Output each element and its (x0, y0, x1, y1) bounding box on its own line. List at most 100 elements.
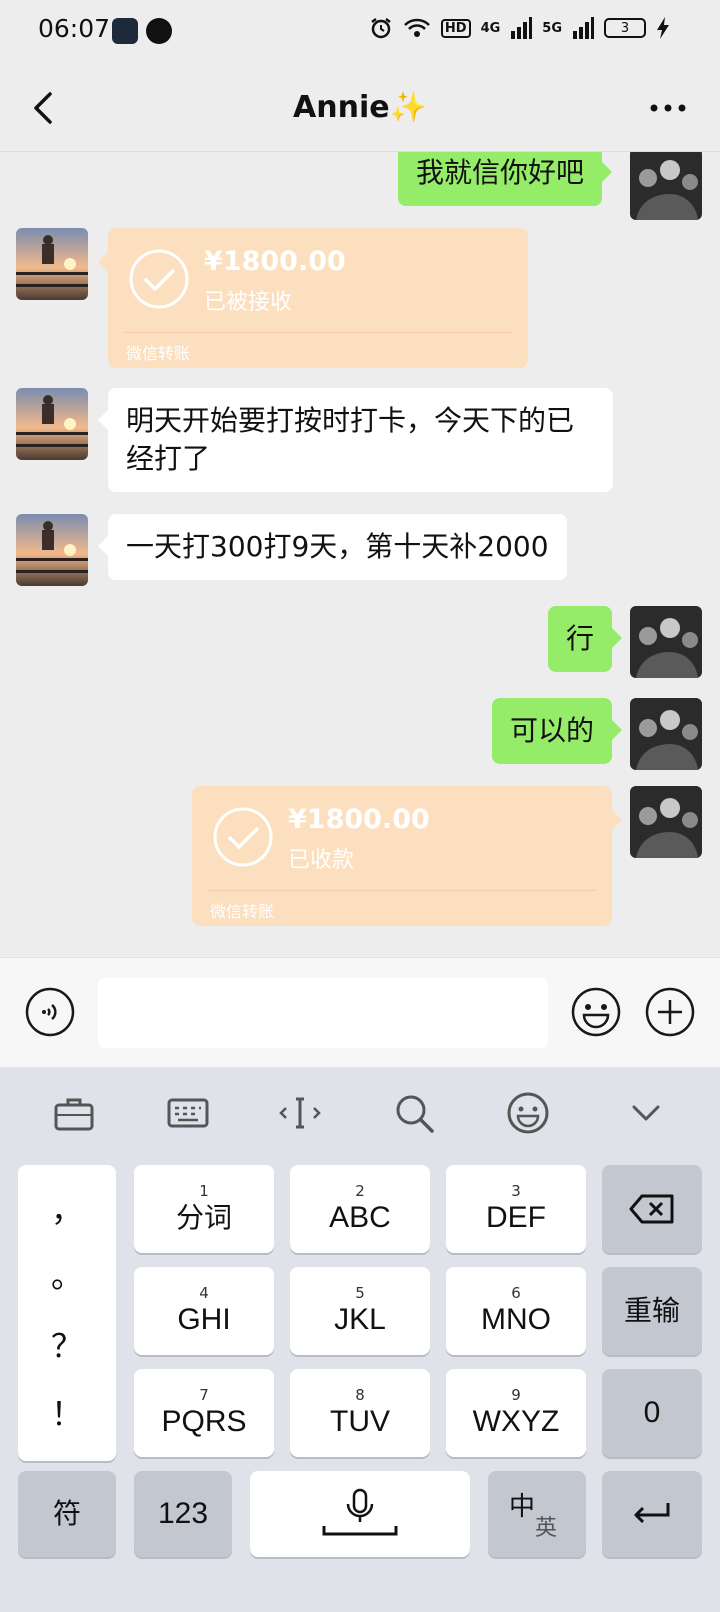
transfer-check-icon (129, 249, 189, 309)
message-list[interactable]: 我就信你好吧 ¥1800.00 已被接收 微信转账 明天开始要打按时打卡，今天下… (0, 152, 720, 957)
key-label: PQRS (161, 1405, 247, 1438)
transfer-amount: ¥1800.00 (288, 804, 430, 835)
microphone-icon (322, 1488, 398, 1536)
message-bubble[interactable]: 明天开始要打按时打卡，今天下的已经打了 (98, 388, 613, 492)
transfer-footer: 微信转账 (210, 902, 275, 921)
punctuation-key[interactable]: 。 (18, 1251, 116, 1297)
transfer-status: 已被接收 (204, 290, 293, 315)
emoji-keyboard-icon[interactable] (504, 1089, 552, 1137)
key-label: 重输 (623, 1294, 680, 1327)
status-bar: 06:07 HD 4G 5G 3 (0, 0, 720, 64)
key-2-abc[interactable]: 2 ABC (290, 1165, 430, 1253)
punctuation-key[interactable]: ！ (18, 1389, 116, 1435)
status-time: 06:07 (38, 14, 111, 43)
key-number: 1 (199, 1182, 209, 1200)
punctuation-key[interactable]: ？ (18, 1321, 116, 1367)
transfer-check-icon (213, 807, 273, 867)
keyboard-layout-icon[interactable] (164, 1089, 212, 1137)
key-label: 符 (52, 1497, 81, 1530)
transfer-card[interactable]: ¥1800.00 已被接收 微信转账 (98, 228, 528, 368)
contact-avatar[interactable] (16, 514, 88, 586)
reinput-key[interactable]: 重输 (602, 1267, 702, 1355)
key-9-wxyz[interactable]: 9 WXYZ (446, 1369, 586, 1457)
backspace-icon (629, 1194, 674, 1224)
language-switch-label: 中 英 (507, 1484, 567, 1544)
key-number: 9 (511, 1386, 521, 1404)
key-label: DEF (486, 1201, 546, 1234)
voice-input-icon[interactable] (24, 986, 76, 1038)
key-label: GHI (177, 1303, 231, 1336)
key-number: 4 (199, 1284, 209, 1302)
key-label: ABC (329, 1201, 391, 1234)
key-label: WXYZ (472, 1405, 560, 1438)
key-number: 5 (355, 1284, 365, 1302)
key-number: 6 (511, 1284, 521, 1302)
emoji-icon[interactable] (570, 986, 622, 1038)
collapse-keyboard-icon[interactable] (622, 1089, 670, 1137)
message-input[interactable] (98, 978, 548, 1048)
chat-app-icon (146, 18, 172, 44)
punctuation-key[interactable]: ， (18, 1185, 116, 1231)
4g-label: 4G (480, 20, 501, 36)
enter-key[interactable] (602, 1471, 702, 1557)
message-bubble[interactable]: 一天打300打9天，第十天补2000 (98, 514, 567, 580)
message-bubble[interactable]: 可以的 (491, 698, 623, 764)
battery-indicator: 3 (604, 18, 646, 38)
key-number: 2 (355, 1182, 365, 1200)
search-icon[interactable] (390, 1089, 438, 1137)
signal-icon (511, 17, 533, 39)
key-label: 123 (157, 1497, 209, 1530)
language-switch-key[interactable]: 中 英 (488, 1471, 586, 1557)
number-mode-key[interactable]: 123 (134, 1471, 232, 1557)
punctuation-column[interactable]: ， 。 ？ ！ (18, 1165, 116, 1461)
transfer-divider (208, 890, 596, 891)
toolbox-icon[interactable] (50, 1089, 98, 1137)
enter-icon (634, 1503, 670, 1524)
transfer-amount: ¥1800.00 (204, 246, 346, 277)
5g-label: 5G (542, 20, 562, 36)
my-avatar[interactable] (630, 606, 702, 678)
my-avatar[interactable] (630, 786, 702, 858)
wifi-icon (404, 18, 430, 37)
key-7-pqrs[interactable]: 7 PQRS (134, 1369, 274, 1457)
transfer-card[interactable]: ¥1800.00 已收款 微信转账 (192, 786, 622, 926)
my-avatar[interactable] (630, 698, 702, 770)
key-number: 7 (199, 1386, 209, 1404)
key-5-jkl[interactable]: 5 JKL (290, 1267, 430, 1355)
charging-icon (657, 17, 669, 39)
key-number: 3 (511, 1182, 521, 1200)
key-label: 分词 (175, 1201, 232, 1234)
signal-icon-2 (573, 17, 594, 39)
cursor-icon[interactable] (276, 1089, 324, 1137)
backspace-key[interactable] (602, 1165, 702, 1253)
status-right-group: HD 4G 5G 3 (369, 16, 670, 40)
key-4-ghi[interactable]: 4 GHI (134, 1267, 274, 1355)
lang-sub-label: 英 (535, 1516, 558, 1541)
transfer-divider (124, 332, 512, 333)
message-bubble[interactable]: 我就信你好吧 (398, 152, 613, 206)
key-label: JKL (334, 1303, 386, 1336)
key-0[interactable]: 0 (602, 1369, 702, 1457)
symbol-key[interactable]: 符 (18, 1471, 116, 1557)
message-input-bar (0, 957, 720, 1067)
plus-icon[interactable] (644, 986, 696, 1038)
transfer-status: 已收款 (288, 848, 355, 873)
keyboard: ， 。 ？ ！ 1 分词 2 ABC 3 DEF 4 GHI 5 JKL 6 M… (0, 1067, 720, 1612)
key-number: 8 (355, 1386, 365, 1404)
key-label: 0 (643, 1396, 661, 1429)
contact-avatar[interactable] (16, 228, 88, 300)
message-bubble[interactable]: 行 (547, 606, 623, 672)
space-voice-key[interactable] (250, 1471, 470, 1557)
my-avatar[interactable] (630, 152, 702, 220)
key-3-def[interactable]: 3 DEF (446, 1165, 586, 1253)
chat-header: Annie✨ (0, 64, 720, 152)
key-label: TUV (330, 1405, 390, 1438)
more-options-icon[interactable] (646, 88, 690, 128)
mail-app-icon (112, 18, 138, 44)
lang-main-label: 中 (509, 1492, 536, 1522)
key-1-fenci[interactable]: 1 分词 (134, 1165, 274, 1253)
key-8-tuv[interactable]: 8 TUV (290, 1369, 430, 1457)
key-6-mno[interactable]: 6 MNO (446, 1267, 586, 1355)
alarm-icon (371, 18, 391, 39)
contact-avatar[interactable] (16, 388, 88, 460)
